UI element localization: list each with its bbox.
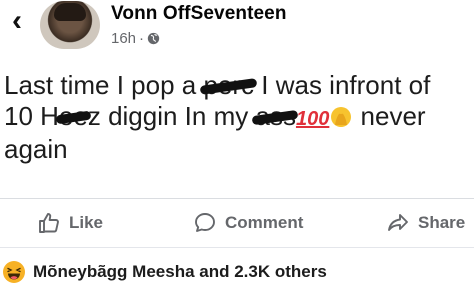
comment-icon (195, 213, 215, 232)
post-line-1: Last time I pop a perc I was infront of (4, 70, 472, 101)
post-time[interactable]: 16h (111, 30, 136, 47)
meta-separator: · (139, 30, 145, 47)
avatar-hair (54, 3, 86, 21)
facepalm-emoji-icon (331, 106, 352, 127)
hundred-emoji: 100 (295, 107, 330, 130)
post-text: Last time I pop a (4, 70, 204, 100)
haha-reaction-icon (3, 261, 25, 283)
avatar[interactable] (40, 1, 100, 49)
comment-label: Comment (225, 213, 304, 232)
post-text: 10 H (4, 100, 59, 131)
post-text: z diggin In my (87, 100, 256, 131)
post-text: never (353, 100, 426, 131)
post-line-3: again (4, 134, 472, 165)
post-text: again (4, 134, 68, 164)
redacted-word: ass (255, 100, 296, 131)
like-label: Like (69, 213, 104, 232)
share-label: Share (418, 213, 466, 232)
post-body: Last time I pop a perc I was infront of … (4, 70, 472, 165)
like-button[interactable]: Like (37, 209, 103, 237)
reaction-text: Mõneybãgg Meesha and 2.3K others (33, 262, 327, 281)
redacted-word: perc (203, 70, 255, 100)
author-name[interactable]: Vonn OffSeventeen (111, 3, 287, 25)
divider (0, 198, 474, 199)
post-text: I was infront of (254, 70, 431, 100)
post-meta: 16h · (111, 30, 160, 47)
reaction-summary[interactable]: Mõneybãgg Meesha and 2.3K others (0, 258, 327, 286)
share-icon (388, 214, 408, 231)
action-bar: Like Comment Share (0, 205, 474, 239)
redacted-word: ee (58, 100, 88, 131)
post-line-2: 10 Heez diggin In my ass100 never (4, 101, 472, 135)
globe-icon (147, 32, 160, 45)
thumbs-up-icon (39, 213, 59, 233)
comment-button[interactable]: Comment (193, 209, 303, 237)
share-button[interactable]: Share (386, 209, 465, 237)
back-arrow-icon[interactable]: ‹ (4, 6, 30, 36)
divider (0, 247, 474, 248)
post-header: ‹ Vonn OffSeventeen 16h · (0, 0, 474, 60)
